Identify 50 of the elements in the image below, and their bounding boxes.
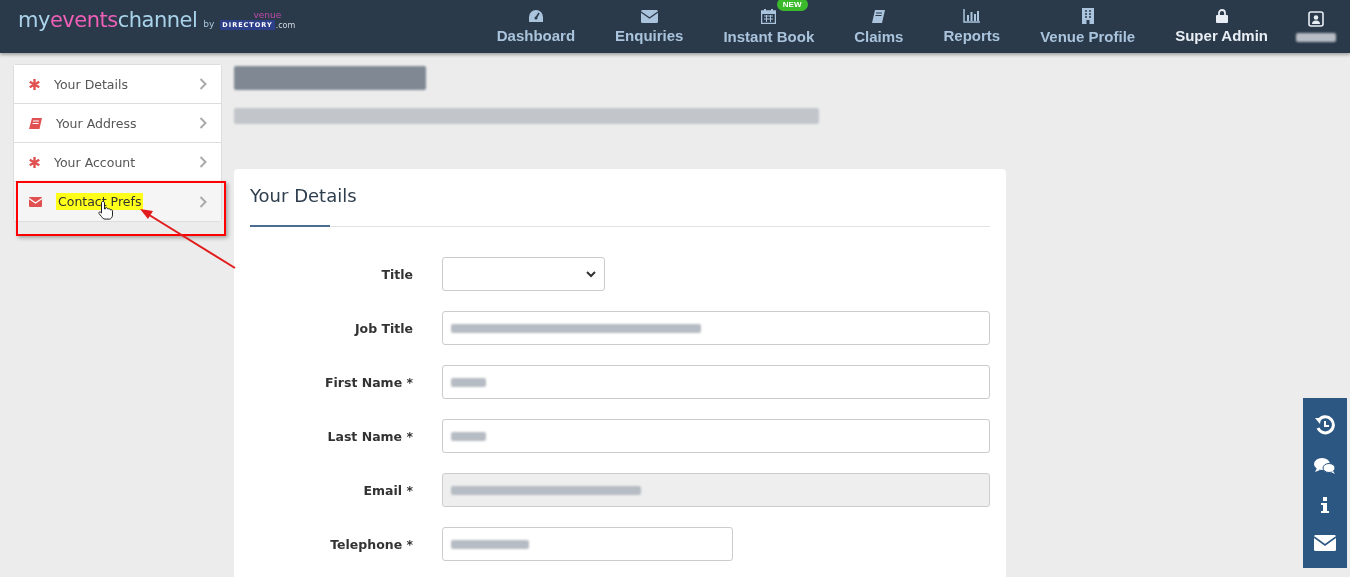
envelope-icon[interactable]: [1314, 535, 1336, 551]
nav-item[interactable]: Reports: [923, 0, 1021, 53]
lock-icon: [1215, 9, 1228, 23]
user-icon[interactable]: [1308, 11, 1324, 27]
logo-domain: .com: [275, 20, 296, 30]
blurred-username: [1296, 33, 1336, 42]
sidebar-item[interactable]: Your Details: [14, 65, 221, 104]
field-label: Email *: [362, 482, 414, 498]
chevron-down-icon: [586, 270, 596, 278]
book-icon: [29, 117, 42, 129]
nav-item[interactable]: Dashboard: [476, 0, 596, 53]
nav-item[interactable]: Super Admin: [1155, 0, 1288, 53]
envelope-icon: [640, 9, 658, 23]
nav-item[interactable]: Venue Profile: [1020, 0, 1156, 53]
card-title: Your Details: [250, 185, 358, 206]
field-label: Telephone *: [329, 536, 414, 552]
calendar-icon: [761, 8, 777, 24]
new-badge: NEW: [776, 0, 808, 11]
field-label: Last Name *: [326, 428, 414, 444]
asterisk-icon: [29, 156, 40, 168]
input-field[interactable]: [442, 311, 990, 345]
chat-icon[interactable]: [1314, 457, 1336, 475]
building-icon: [1081, 8, 1094, 24]
chevron-right-icon: [199, 156, 207, 168]
book-icon: [871, 8, 887, 24]
nav-item[interactable]: NEW Instant Book: [703, 0, 835, 53]
nav-item[interactable]: Enquiries: [595, 0, 704, 53]
asterisk-icon: [29, 78, 40, 90]
field-label: First Name *: [323, 374, 414, 390]
sidebar-item[interactable]: Contact Prefs: [14, 182, 221, 221]
dashboard-icon: [527, 9, 544, 23]
bar-chart-icon: [963, 9, 981, 23]
chevron-right-icon: [199, 78, 207, 90]
info-icon[interactable]: [1321, 497, 1329, 513]
field-label: Title: [380, 266, 414, 282]
envelope-icon: [29, 196, 42, 207]
chevron-right-icon: [199, 195, 207, 208]
logo-wordmark: myeventschannel: [18, 7, 198, 32]
nav-item[interactable]: Claims: [834, 0, 924, 53]
blurred-value: [451, 377, 486, 387]
input-field[interactable]: [442, 419, 990, 453]
blurred-value: [451, 431, 486, 441]
history-icon[interactable]: [1315, 415, 1335, 435]
field-label: Job Title: [353, 320, 414, 336]
select-field[interactable]: [442, 257, 605, 291]
logo-venue: venue: [253, 10, 282, 20]
input-field[interactable]: [442, 527, 733, 561]
input-field[interactable]: [442, 365, 990, 399]
chevron-right-icon: [199, 117, 207, 129]
logo-by: by: [203, 18, 215, 29]
